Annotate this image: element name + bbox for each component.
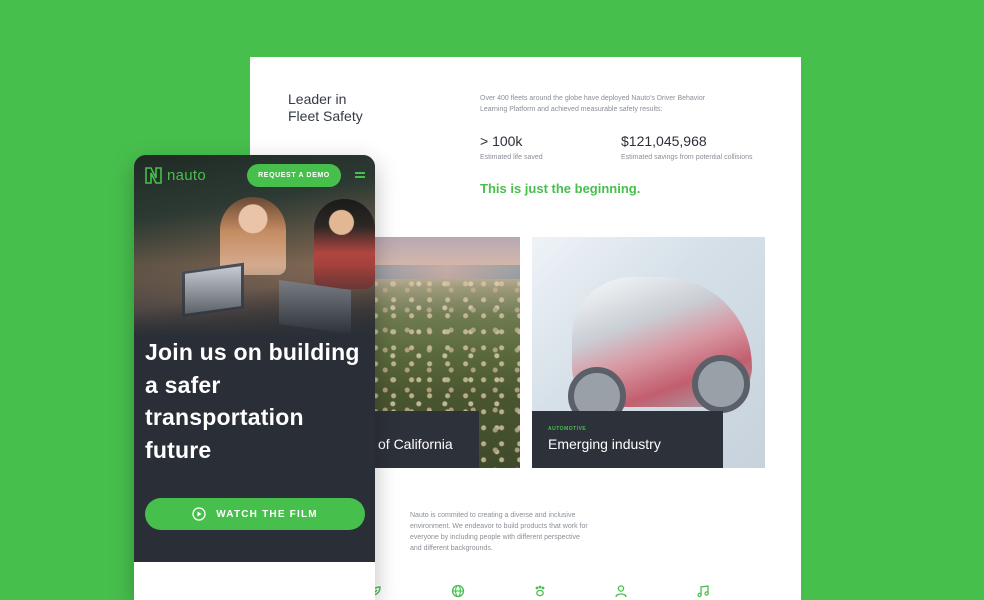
music-icon: [697, 585, 709, 598]
diversity-text: Nauto is commited to creating a diverse …: [410, 512, 588, 552]
stat-lives: > 100k Estimated life saved: [480, 133, 543, 161]
stat-lives-label: Estimated life saved: [480, 154, 543, 161]
hero-headline: Join us on building a safer transportati…: [145, 339, 360, 463]
mobile-page-preview: nauto REQUEST A DEMO Join us on building…: [134, 155, 375, 600]
intro-text: Over 400 fleets around the globe have de…: [480, 95, 706, 113]
horizon-haze: [372, 265, 520, 279]
person-icon: [615, 585, 627, 598]
request-demo-button[interactable]: REQUEST A DEMO: [247, 164, 341, 187]
watch-film-label: WATCH THE FILM: [216, 508, 318, 520]
card-emerging-title: Emerging industry: [548, 436, 661, 452]
leader-title-line1: Leader in: [288, 91, 347, 107]
card-emerging-tag: AUTOMOTIVE: [548, 426, 587, 432]
smiling-woman: [220, 197, 286, 275]
card-california-title: of California: [378, 436, 453, 452]
hamburger-menu-icon[interactable]: [355, 172, 365, 179]
hero-fade: [134, 265, 375, 345]
car-wheel-rear: [692, 355, 750, 413]
beginning-heading: This is just the beginning.: [480, 181, 641, 196]
globe-icon: [451, 584, 465, 598]
watch-film-button[interactable]: WATCH THE FILM: [145, 498, 365, 530]
mobile-hero: nauto REQUEST A DEMO Join us on building…: [134, 155, 375, 562]
play-circle-icon: [192, 507, 206, 521]
leader-title-line2: Fleet Safety: [288, 108, 363, 124]
stat-lives-value: > 100k: [480, 133, 523, 149]
card-emerging-caption[interactable]: AUTOMOTIVE Emerging industry: [532, 411, 723, 468]
stat-savings-label: Estimated savings from potential collisi…: [621, 154, 753, 161]
stat-savings: $121,045,968 Estimated savings from pote…: [621, 133, 753, 161]
leader-title: Leader in Fleet Safety: [288, 91, 363, 125]
stat-savings-value: $121,045,968: [621, 133, 707, 149]
nauto-logo[interactable]: nauto: [144, 167, 206, 184]
logo-text: nauto: [167, 167, 207, 184]
paw-icon: [535, 585, 545, 597]
nauto-logo-mark-icon: [145, 167, 162, 184]
card-california-caption[interactable]: of California: [372, 411, 479, 468]
